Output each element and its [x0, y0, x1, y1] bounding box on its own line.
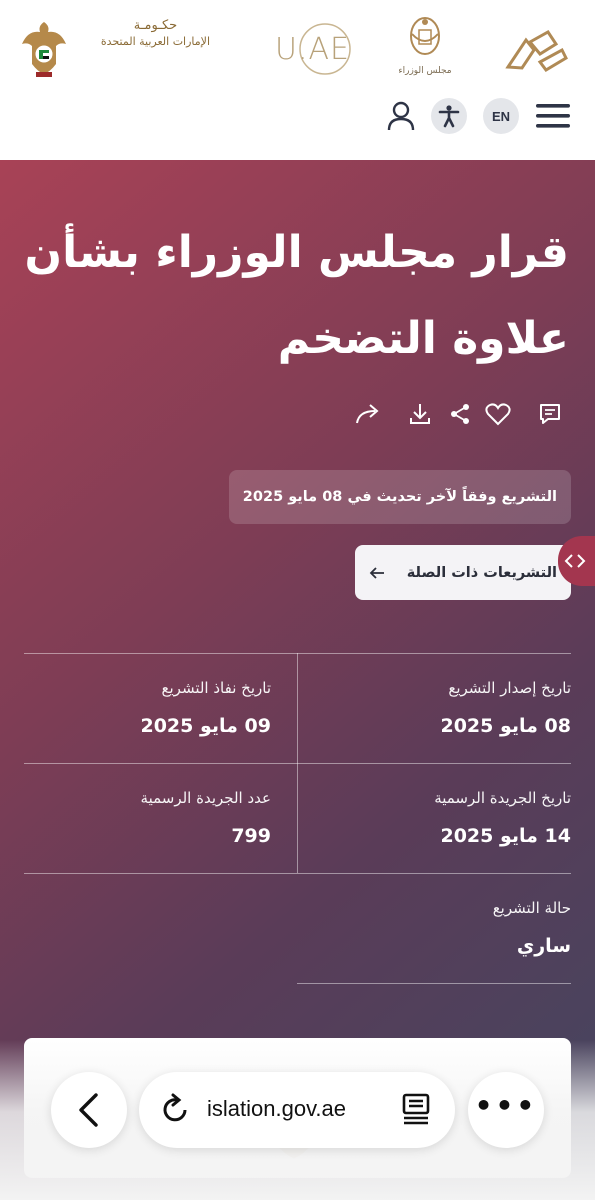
- gazette-date-value: 14 مايو 2025: [440, 825, 571, 847]
- download-button[interactable]: [406, 400, 434, 428]
- header-toolbar: EN: [0, 98, 595, 142]
- browser-toolbar: islation.gov.ae •••: [0, 1072, 595, 1148]
- browser-more-button[interactable]: •••: [468, 1072, 544, 1148]
- gazette-number-label: عدد الجريدة الرسمية: [140, 789, 271, 807]
- effective-date-label: تاريخ نفاذ التشريع: [161, 679, 271, 697]
- arrow-left-icon: [369, 566, 384, 579]
- uae-government-logo[interactable]: حكـومـة الإمارات العربية المتحدة: [20, 14, 210, 84]
- language-toggle-button[interactable]: EN: [483, 98, 519, 134]
- feedback-button[interactable]: [536, 400, 564, 428]
- status-value: ساري: [516, 935, 571, 957]
- uae-logo-text: U.AE: [275, 32, 350, 67]
- download-icon: [410, 404, 430, 424]
- status-label: حالة التشريع: [492, 899, 571, 917]
- reader-icon[interactable]: [401, 1092, 431, 1126]
- uae-logo[interactable]: U.AE: [255, 22, 355, 77]
- site-header: مجلس الوزراء U.AE حكـومـة الإمارات العرب…: [0, 0, 595, 160]
- heart-icon: [485, 403, 511, 426]
- gazette-number-cell: عدد الجريدة الرسمية 799: [11, 789, 271, 847]
- action-icons-row: [350, 400, 570, 430]
- reload-icon: [163, 1093, 187, 1122]
- pmo-logo[interactable]: [500, 22, 575, 77]
- back-icon: [79, 1093, 98, 1127]
- status-cell: حالة التشريع ساري: [311, 899, 571, 957]
- feedback-icon: [540, 404, 560, 424]
- divider: [297, 653, 298, 873]
- menu-button[interactable]: [533, 98, 573, 134]
- menu-icon: [536, 104, 570, 128]
- effective-date-value: 09 مايو 2025: [140, 715, 271, 737]
- issue-date-label: تاريخ إصدار التشريع: [448, 679, 571, 697]
- divider: [24, 873, 571, 874]
- user-icon: [387, 101, 415, 131]
- share-icon: [451, 404, 469, 424]
- cabinet-logo-text: مجلس الوزراء: [398, 66, 452, 76]
- government-logo-text: حكـومـة الإمارات العربية المتحدة: [101, 18, 210, 48]
- issue-date-cell: تاريخ إصدار التشريع 08 مايو 2025: [311, 679, 571, 737]
- forward-icon: [356, 404, 379, 424]
- chevron-icon: [564, 554, 586, 568]
- browser-back-button[interactable]: [51, 1072, 127, 1148]
- share-button[interactable]: [446, 400, 474, 428]
- page-title: قرار مجلس الوزراء بشأن علاوة التضخم: [24, 227, 569, 364]
- user-account-button[interactable]: [383, 98, 419, 134]
- logo-row: مجلس الوزراء U.AE حكـومـة الإمارات العرب…: [20, 14, 575, 92]
- gazette-date-cell: تاريخ الجريدة الرسمية 14 مايو 2025: [311, 789, 571, 847]
- last-updated-note: التشريع وفقاً لآخر تحديث في 08 مايو 2025: [228, 470, 571, 524]
- url-text: islation.gov.ae: [207, 1096, 347, 1121]
- forward-button[interactable]: [354, 400, 382, 428]
- government-logo-line2: الإمارات العربية المتحدة: [100, 35, 210, 48]
- more-icon: •••: [474, 1089, 538, 1122]
- accessibility-button[interactable]: [431, 98, 467, 134]
- favorite-button[interactable]: [484, 400, 512, 428]
- related-legislation-label: التشريعات ذات الصلة: [406, 564, 557, 581]
- accessibility-icon: [438, 105, 460, 128]
- gazette-date-label: تاريخ الجريدة الرسمية: [434, 789, 571, 807]
- cabinet-logo[interactable]: مجلس الوزراء: [398, 14, 452, 84]
- address-bar[interactable]: islation.gov.ae: [139, 1072, 455, 1148]
- effective-date-cell: تاريخ نفاذ التشريع 09 مايو 2025: [11, 679, 271, 737]
- related-legislation-button[interactable]: التشريعات ذات الصلة: [355, 545, 571, 600]
- falcon-emblem-icon: [22, 22, 66, 77]
- issue-date-value: 08 مايو 2025: [440, 715, 571, 737]
- divider: [297, 983, 571, 984]
- government-logo-line1: حكـومـة: [133, 18, 178, 33]
- gazette-number-value: 799: [231, 825, 271, 847]
